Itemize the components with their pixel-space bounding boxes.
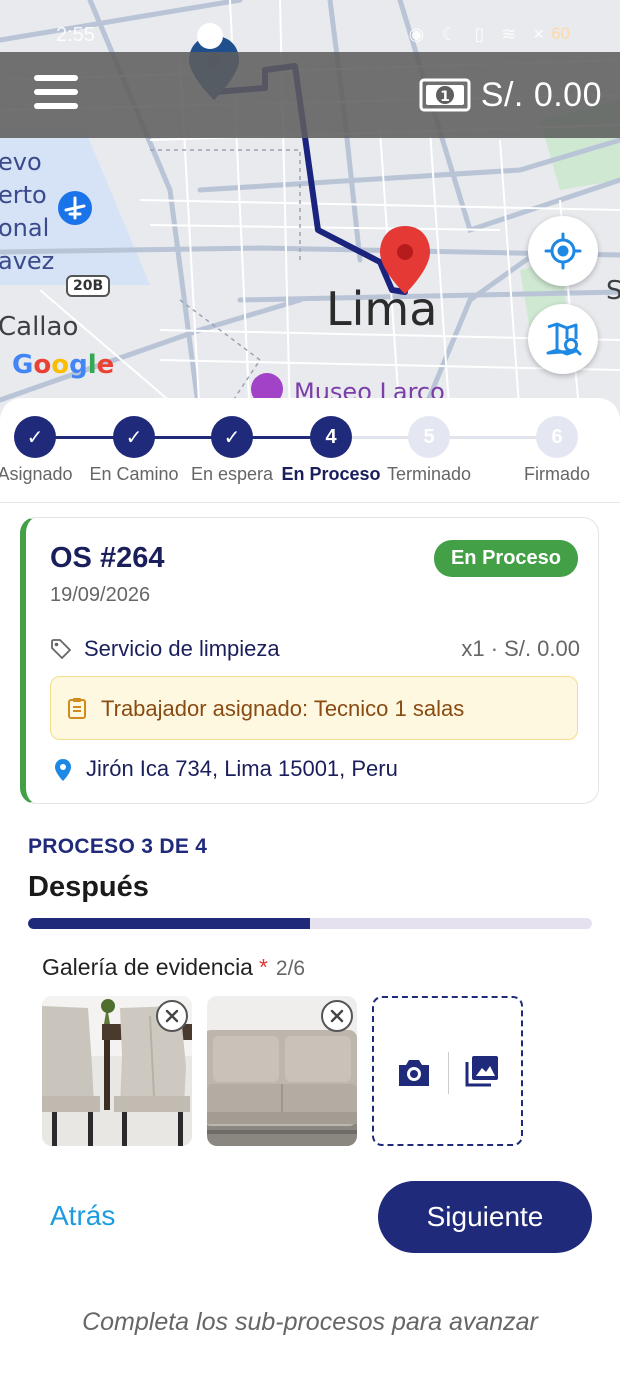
service-name: Servicio de limpieza — [84, 636, 280, 661]
step-en-camino: ✓ En Camino — [84, 416, 184, 485]
map-label-edge: S — [606, 276, 620, 306]
map-label-airport: evo erto onal avez — [0, 148, 55, 275]
status-icons: ◉ ☾ ▯ ≋ × — [408, 24, 550, 44]
close-icon — [165, 1009, 179, 1023]
process-step-label: PROCESO 3 DE 4 — [28, 835, 208, 858]
progress-stepper: ✓ Asignado ✓ En Camino ✓ En espera 4 En … — [0, 416, 620, 502]
add-photo-box — [372, 996, 523, 1146]
step-number: 4 — [310, 416, 352, 458]
airport-icon — [58, 191, 92, 225]
divider — [448, 1052, 449, 1094]
clipboard-icon — [68, 698, 86, 719]
map-label-callao: Callao — [0, 312, 79, 342]
step-terminado: 5 Terminado — [379, 416, 479, 485]
balance-amount: S/. 0.00 — [480, 75, 602, 114]
process-title: Después — [28, 871, 149, 903]
map-search-icon — [546, 322, 582, 356]
order-card[interactable]: OS #264 19/09/2026 En Proceso Servicio d… — [20, 517, 599, 804]
required-mark: * — [258, 954, 268, 980]
remove-photo-button[interactable] — [156, 1000, 188, 1032]
order-title: OS #264 — [50, 542, 165, 574]
top-app-bar: 1 S/. 0.00 — [0, 52, 620, 138]
address-text: Jirón Ica 734, Lima 15001, Peru — [86, 756, 398, 781]
close-icon — [330, 1009, 344, 1023]
cash-icon: 1 — [419, 78, 471, 112]
check-icon: ✓ — [14, 416, 56, 458]
step-label: Terminado — [386, 464, 472, 484]
camera-icon — [399, 1060, 429, 1086]
gallery-count: 2/6 — [275, 957, 306, 980]
order-date: 19/09/2026 — [50, 584, 151, 606]
evidence-photo-sofa[interactable] — [207, 996, 357, 1146]
step-en-espera: ✓ En espera — [182, 416, 282, 485]
step-label: Firmado — [523, 464, 590, 484]
status-badge: En Proceso — [433, 540, 578, 577]
service-quantity-price: x1 · S/. 0.00 — [461, 636, 580, 661]
evidence-photo-chairs[interactable] — [42, 996, 192, 1146]
status-time: 2:55 — [56, 24, 95, 46]
map-search-button[interactable] — [528, 304, 598, 374]
system-status-bar: 2:55 ◉ ☾ ▯ ≋ × 60 — [0, 16, 620, 52]
camera-button[interactable] — [396, 1056, 432, 1095]
gallery-label: Galería de evidencia * 2/6 — [42, 954, 305, 981]
svg-text:1: 1 — [440, 89, 450, 105]
step-label: En Camino — [89, 464, 179, 484]
check-icon: ✓ — [211, 416, 253, 458]
remove-photo-button[interactable] — [321, 1000, 353, 1032]
step-en-proceso: 4 En Proceso — [281, 416, 381, 485]
location-pin-icon — [55, 759, 71, 781]
gallery-label-text: Galería de evidencia — [42, 954, 253, 980]
process-progress-bar — [28, 918, 592, 929]
step-label: En Proceso — [281, 464, 381, 484]
locate-me-button[interactable] — [528, 216, 598, 286]
tag-icon — [51, 639, 71, 659]
battery-level: 60 — [551, 24, 570, 43]
map-label-lima: Lima — [326, 282, 438, 336]
back-button[interactable]: Atrás — [50, 1200, 115, 1232]
google-attribution: Google — [12, 350, 115, 380]
photo-library-button[interactable] — [464, 1054, 500, 1093]
check-icon: ✓ — [113, 416, 155, 458]
step-label: En espera — [190, 464, 274, 484]
hamburger-icon[interactable] — [34, 75, 78, 115]
step-number: 5 — [408, 416, 450, 458]
step-label: Asignado — [0, 464, 73, 484]
assigned-worker-text: Trabajador asignado: Tecnico 1 salas — [101, 696, 465, 721]
balance-display: 1 S/. 0.00 — [419, 74, 602, 116]
highway-shield: 20B — [66, 275, 111, 297]
crosshair-icon — [544, 232, 582, 270]
step-number: 6 — [536, 416, 578, 458]
photo-library-icon — [465, 1056, 498, 1087]
assigned-worker-box: Trabajador asignado: Tecnico 1 salas — [50, 676, 578, 740]
step-firmado: 6 Firmado — [507, 416, 607, 485]
next-button[interactable]: Siguiente — [378, 1181, 592, 1253]
divider — [0, 502, 620, 503]
service-row: Servicio de limpieza x1 · S/. 0.00 — [50, 634, 580, 664]
hint-text: Completa los sub-procesos para avanzar — [82, 1308, 538, 1336]
step-asignado: ✓ Asignado — [0, 416, 85, 485]
process-progress-fill — [28, 918, 310, 929]
order-bottom-sheet: ✓ Asignado ✓ En Camino ✓ En espera 4 En … — [0, 398, 620, 1384]
